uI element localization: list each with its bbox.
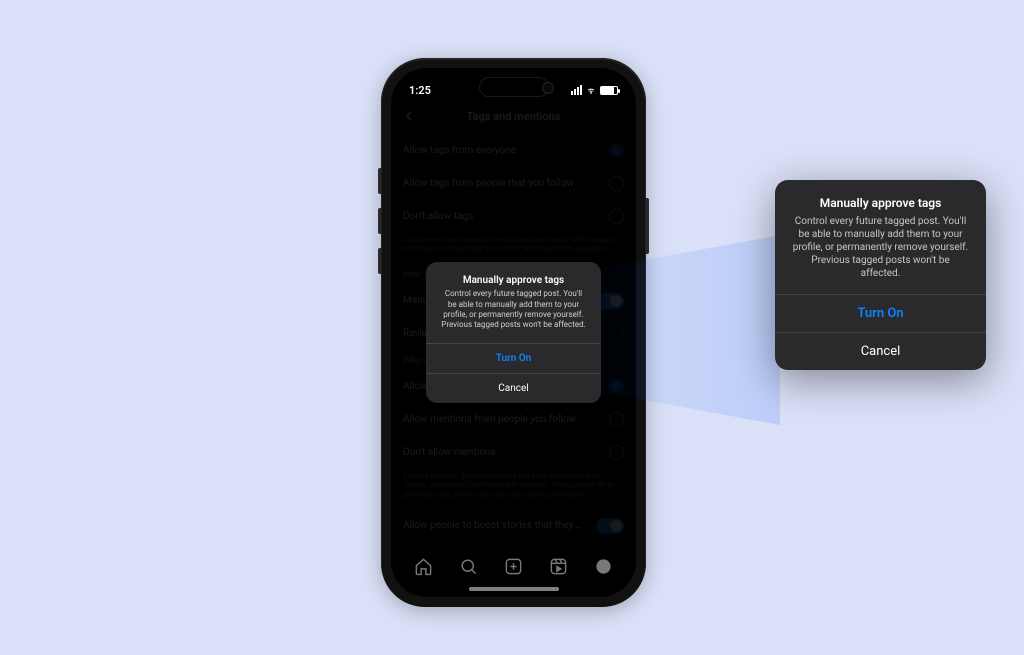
turn-on-button[interactable]: Turn On <box>426 343 601 373</box>
turn-on-button[interactable]: Turn On <box>775 294 986 332</box>
alert-title: Manually approve tags <box>426 262 601 289</box>
cancel-button[interactable]: Cancel <box>426 373 601 403</box>
cellular-signal-icon <box>571 85 582 95</box>
dynamic-island <box>479 77 549 97</box>
phone-screen: 1:25 Tags and mentions Allow tags from e… <box>391 68 636 597</box>
wifi-icon <box>585 85 597 95</box>
zoomed-alert-dialog: Manually approve tags Control every futu… <box>775 180 986 370</box>
alert-dialog: Manually approve tags Control every futu… <box>426 262 601 403</box>
status-time: 1:25 <box>409 84 459 97</box>
alert-title: Manually approve tags <box>775 180 986 215</box>
cancel-button[interactable]: Cancel <box>775 332 986 370</box>
alert-body: Control every future tagged post. You'll… <box>426 289 601 343</box>
alert-overlay: Manually approve tags Control every futu… <box>391 68 636 597</box>
alert-body: Control every future tagged post. You'll… <box>775 215 986 294</box>
phone-mockup: 1:25 Tags and mentions Allow tags from e… <box>381 58 646 607</box>
battery-icon <box>600 86 618 95</box>
